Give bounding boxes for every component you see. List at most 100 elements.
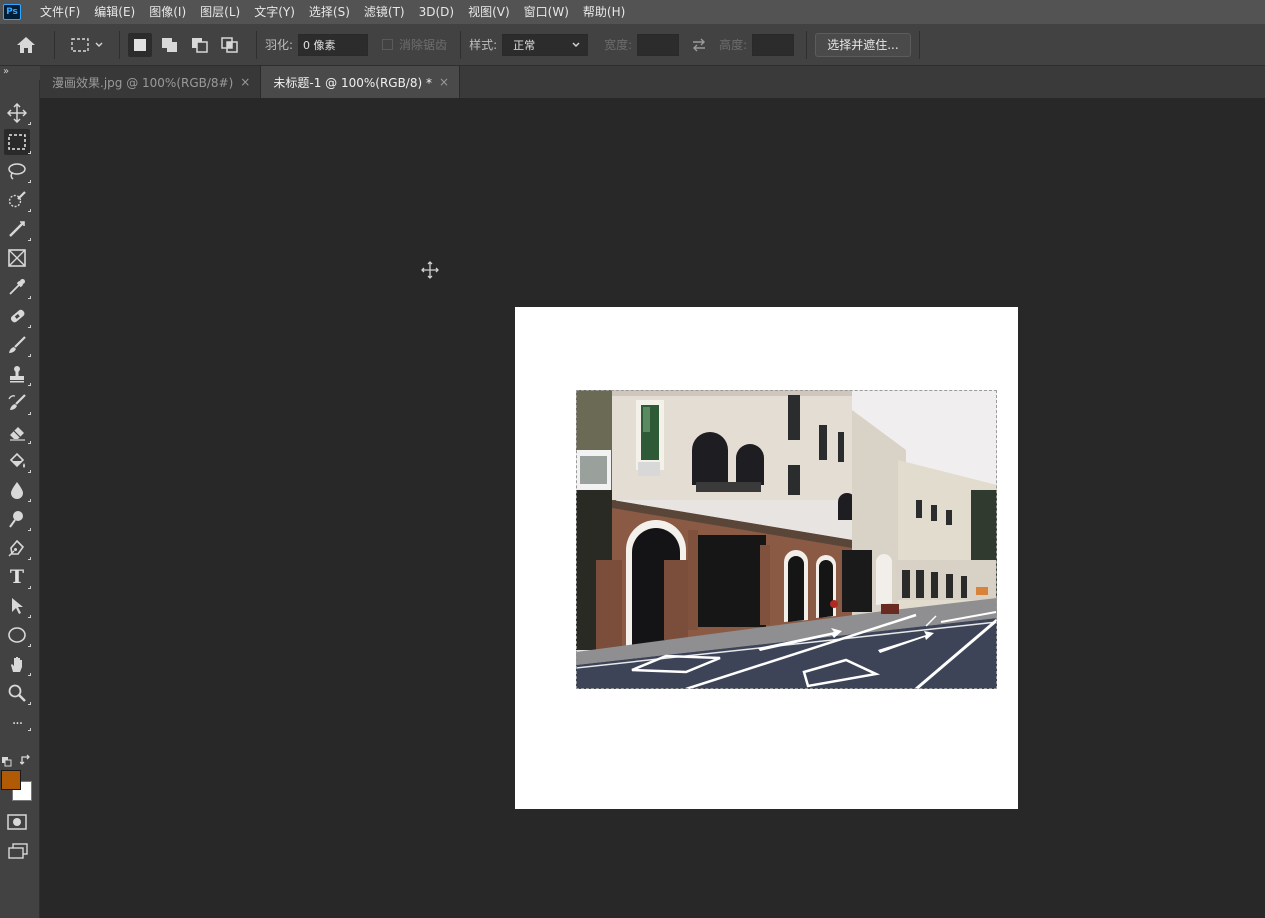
document-tab-bar: 漫画效果.jpg @ 100%(RGB/8#) × 未标题-1 @ 100%(R… (40, 66, 1265, 98)
quick-mask-button[interactable] (6, 813, 28, 831)
style-select[interactable]: 正常 (502, 33, 589, 56)
brush-tool[interactable] (4, 332, 31, 358)
select-and-mask-button[interactable]: 选择并遮住... (815, 32, 911, 57)
antialias-label: 消除锯齿 (399, 38, 448, 52)
pen-tool-icon (8, 539, 25, 557)
type-tool[interactable]: T (4, 564, 31, 590)
clone-stamp-tool-icon (10, 366, 24, 383)
rectangular-marquee-tool[interactable] (4, 129, 31, 155)
subtract-from-selection-button[interactable] (188, 33, 212, 57)
add-to-selection-button[interactable] (158, 33, 182, 57)
healing-brush-tool-icon (10, 309, 25, 323)
ellipse-tool[interactable] (4, 622, 31, 648)
intersect-selection-button[interactable] (218, 33, 242, 57)
hand-tool[interactable] (4, 651, 31, 677)
tab-comic-effect[interactable]: 漫画效果.jpg @ 100%(RGB/8#) × (40, 66, 262, 98)
quick-selection-tool[interactable] (4, 187, 31, 213)
feather-label: 羽化: (265, 38, 294, 52)
pen-tool[interactable] (4, 535, 31, 561)
dodge-tool[interactable] (4, 506, 31, 532)
divider (460, 30, 462, 59)
menu-help[interactable]: 帮助(H) (576, 0, 632, 24)
feather-input[interactable]: 0 像素 (298, 33, 369, 56)
divider (119, 30, 120, 59)
menu-view[interactable]: 视图(V) (461, 0, 517, 24)
marquee-preset-icon (71, 37, 89, 52)
dodge-tool-icon (9, 511, 23, 528)
toolbar-collapse-button[interactable]: » (0, 66, 40, 80)
add-selection-icon (162, 37, 177, 52)
zoom-tool-icon (8, 684, 26, 702)
close-icon[interactable]: × (240, 75, 250, 89)
eraser-tool-icon (10, 427, 25, 441)
tab-label: 未标题-1 @ 100%(RGB/8) * (273, 75, 432, 90)
eraser-tool[interactable] (4, 419, 31, 445)
type-tool-icon: T (9, 566, 25, 588)
lasso-tool[interactable] (4, 158, 31, 184)
tab-untitled-1[interactable]: 未标题-1 @ 100%(RGB/8) * × (261, 66, 461, 98)
new-selection-icon (134, 38, 146, 51)
blur-tool-icon (11, 482, 23, 499)
divider (54, 30, 55, 59)
default-colors-icon[interactable] (2, 752, 12, 767)
menu-window[interactable]: 窗口(W) (517, 0, 576, 24)
new-selection-button[interactable] (128, 32, 152, 57)
menu-edit[interactable]: 编辑(E) (87, 0, 142, 24)
menu-image[interactable]: 图像(I) (142, 0, 193, 24)
swap-colors-icon[interactable] (19, 751, 32, 765)
more-tools-icon: ··· (11, 716, 23, 732)
move-tool[interactable] (4, 100, 31, 126)
healing-brush-tool[interactable] (4, 303, 31, 329)
edit-toolbar-button[interactable]: ··· (4, 716, 31, 732)
eyedropper-tool-icon (9, 279, 25, 295)
street-photo-layer[interactable] (576, 390, 997, 689)
frame-tool[interactable] (4, 245, 30, 271)
menu-bar: Ps 文件(F) 编辑(E) 图像(I) 图层(L) 文字(Y) 选择(S) 滤… (0, 0, 1265, 24)
move-tool-icon (7, 103, 27, 123)
eyedropper-tool[interactable] (4, 274, 31, 300)
menu-type[interactable]: 文字(Y) (247, 0, 302, 24)
blur-tool[interactable] (4, 477, 31, 503)
height-label: 高度: (719, 38, 748, 52)
tool-preset-picker[interactable] (63, 30, 111, 60)
chevron-down-icon (95, 42, 103, 47)
menu-filter[interactable]: 滤镜(T) (357, 0, 412, 24)
screen-mode-icon (8, 843, 28, 859)
chevron-down-icon (572, 42, 580, 47)
width-input[interactable] (637, 33, 680, 56)
frame-tool-icon (8, 249, 26, 267)
crop-tool[interactable] (4, 216, 31, 242)
hand-tool-icon (11, 657, 22, 672)
foreground-color-swatch[interactable] (1, 770, 21, 790)
clone-stamp-tool[interactable] (4, 361, 31, 387)
crop-tool-icon (9, 221, 25, 237)
history-brush-tool-icon (8, 394, 26, 410)
close-icon[interactable]: × (439, 75, 449, 89)
style-value: 正常 (513, 38, 536, 52)
style-label: 样式: (469, 38, 498, 52)
path-selection-tool-icon (12, 598, 23, 614)
height-input[interactable] (752, 33, 795, 56)
move-cursor-icon (420, 260, 440, 280)
quick-mask-icon (7, 814, 27, 830)
path-selection-tool[interactable] (4, 593, 31, 619)
zoom-tool[interactable] (4, 680, 31, 706)
menu-3d[interactable]: 3D(D) (412, 0, 461, 24)
divider (256, 30, 257, 59)
width-label: 宽度: (604, 38, 633, 52)
swap-width-height-icon[interactable] (679, 38, 719, 52)
lasso-tool-icon (8, 163, 26, 180)
menu-layer[interactable]: 图层(L) (193, 0, 247, 24)
rectangular-marquee-tool-icon (8, 134, 26, 150)
home-icon[interactable] (6, 30, 46, 60)
quick-selection-tool-icon (8, 191, 26, 208)
subtract-selection-icon (192, 37, 208, 53)
options-bar: 羽化: 0 像素 消除锯齿 样式: 正常 宽度: 高度: 选择并遮住... (0, 24, 1265, 66)
history-brush-tool[interactable] (4, 390, 31, 416)
paint-bucket-tool-icon (9, 452, 25, 468)
screen-mode-button[interactable] (6, 842, 30, 860)
menu-file[interactable]: 文件(F) (33, 0, 87, 24)
menu-select[interactable]: 选择(S) (302, 0, 357, 24)
paint-bucket-tool[interactable] (4, 448, 31, 474)
antialias-checkbox[interactable] (382, 39, 394, 50)
